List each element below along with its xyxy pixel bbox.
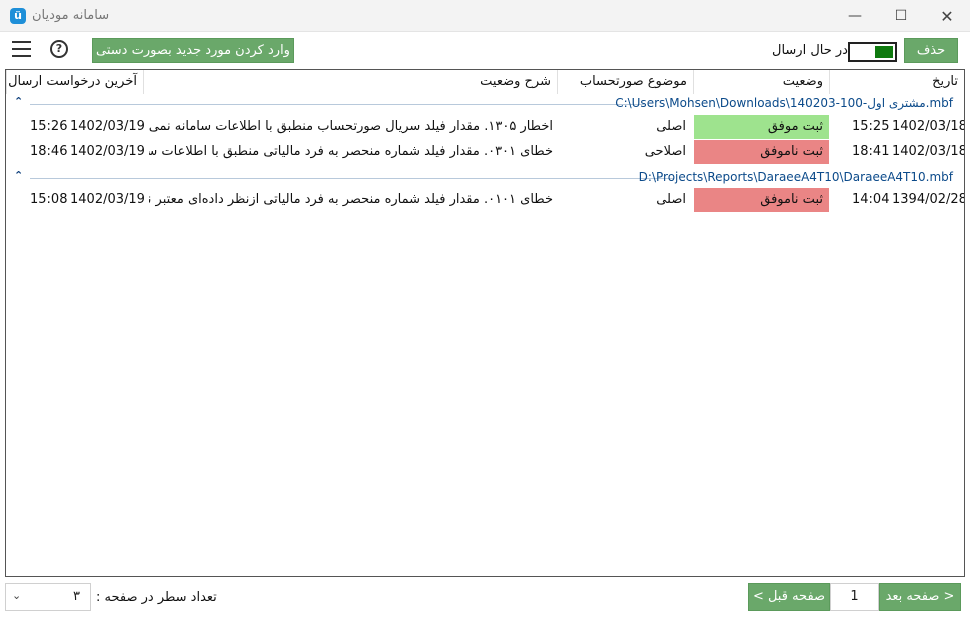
invoice-date: 1394/02/28 bbox=[892, 192, 965, 207]
maximize-button[interactable]: ☐ bbox=[878, 0, 924, 32]
sending-toggle-label: در حال ارسال bbox=[772, 43, 848, 58]
pagination-bar: ⌄ ۳ تعداد سطر در صفحه : صفحه قبل > 1 < ص… bbox=[0, 580, 970, 619]
last-request-time: 15:08 bbox=[30, 192, 68, 207]
invoice-time: 14:04 bbox=[852, 192, 890, 207]
sending-toggle[interactable] bbox=[848, 42, 897, 62]
help-icon[interactable]: ? bbox=[50, 40, 68, 58]
hamburger-icon[interactable] bbox=[12, 41, 31, 57]
group-divider bbox=[30, 178, 674, 179]
chevron-up-icon[interactable]: ⌃ bbox=[14, 169, 23, 182]
group-divider bbox=[30, 104, 644, 105]
invoice-grid: آخرین درخواست ارسال شرح وضعیت موضوع صورت… bbox=[5, 69, 965, 577]
last-request-date: 1402/03/19 bbox=[70, 144, 145, 159]
minimize-button[interactable]: — bbox=[832, 0, 878, 32]
group-file-path: D:\Projects\Reports\DaraeeA4T10\DaraeeA4… bbox=[638, 170, 953, 184]
invoice-time: 15:25 bbox=[852, 119, 890, 134]
chevron-down-icon[interactable]: ⌄ bbox=[12, 589, 21, 602]
invoice-subject-cell: اصلی bbox=[656, 119, 686, 134]
delete-button[interactable]: حذف bbox=[904, 38, 958, 63]
rows-per-page-select[interactable]: ⌄ ۳ bbox=[5, 583, 91, 611]
invoice-time: 18:41 bbox=[852, 144, 890, 159]
invoice-subject-cell: اصلاحی bbox=[644, 144, 686, 159]
previous-page-button[interactable]: صفحه قبل > bbox=[748, 583, 830, 611]
last-request-time: 15:26 bbox=[30, 119, 68, 134]
invoice-date: 1402/03/18 bbox=[892, 144, 965, 159]
column-header-status[interactable]: وضعیت bbox=[693, 70, 829, 94]
toggle-knob bbox=[875, 46, 893, 58]
next-page-button[interactable]: < صفحه بعد bbox=[879, 583, 961, 611]
status-description-cell: اخطار ۱۳۰۵. مقدار فیلد سریال صورتحساب من… bbox=[149, 119, 553, 134]
column-header-invoice-subject[interactable]: موضوع صورتحساب bbox=[557, 70, 693, 94]
window-title: سامانه مودیان bbox=[32, 8, 110, 23]
column-header-last-request[interactable]: آخرین درخواست ارسال bbox=[6, 70, 143, 94]
rows-per-page-label: تعداد سطر در صفحه : bbox=[96, 590, 217, 605]
column-header-date[interactable]: تاریخ bbox=[829, 70, 964, 94]
status-description-cell: خطای ۰۳۰۱. مقدار فیلد شماره منحصر به فرد… bbox=[149, 144, 553, 159]
status-badge: ثبت موفق bbox=[694, 115, 829, 139]
invoice-subject-cell: اصلی bbox=[656, 192, 686, 207]
close-button[interactable]: ✕ bbox=[924, 0, 970, 32]
rows-per-page-value: ۳ bbox=[73, 589, 80, 604]
status-badge: ثبت ناموفق bbox=[694, 140, 829, 164]
status-badge: ثبت ناموفق bbox=[694, 188, 829, 212]
title-bar: ü سامانه مودیان — ☐ ✕ bbox=[0, 0, 970, 32]
status-description-cell: خطای ۰۱۰۱. مقدار فیلد شماره منحصر به فرد… bbox=[149, 192, 553, 207]
invoice-date: 1402/03/18 bbox=[892, 119, 965, 134]
last-request-date: 1402/03/19 bbox=[70, 119, 145, 134]
group-file-path: C:\Users\Mohsen\Downloads\140203-100-مشت… bbox=[615, 96, 953, 110]
manual-entry-button[interactable]: وارد کردن مورد جدید بصورت دستی bbox=[92, 38, 294, 63]
chevron-up-icon[interactable]: ⌃ bbox=[14, 95, 23, 108]
last-request-time: 18:46 bbox=[30, 144, 68, 159]
page-number-input[interactable]: 1 bbox=[830, 583, 879, 611]
app-logo-icon: ü bbox=[10, 8, 26, 24]
toolbar: ? وارد کردن مورد جدید بصورت دستی در حال … bbox=[0, 33, 970, 69]
group-header[interactable]: ⌃ D:\Projects\Reports\DaraeeA4T10\Daraee… bbox=[6, 168, 964, 188]
group-header[interactable]: ⌃ C:\Users\Mohsen\Downloads\140203-100-م… bbox=[6, 94, 964, 114]
last-request-date: 1402/03/19 bbox=[70, 192, 145, 207]
column-header-status-description[interactable]: شرح وضعیت bbox=[143, 70, 557, 94]
